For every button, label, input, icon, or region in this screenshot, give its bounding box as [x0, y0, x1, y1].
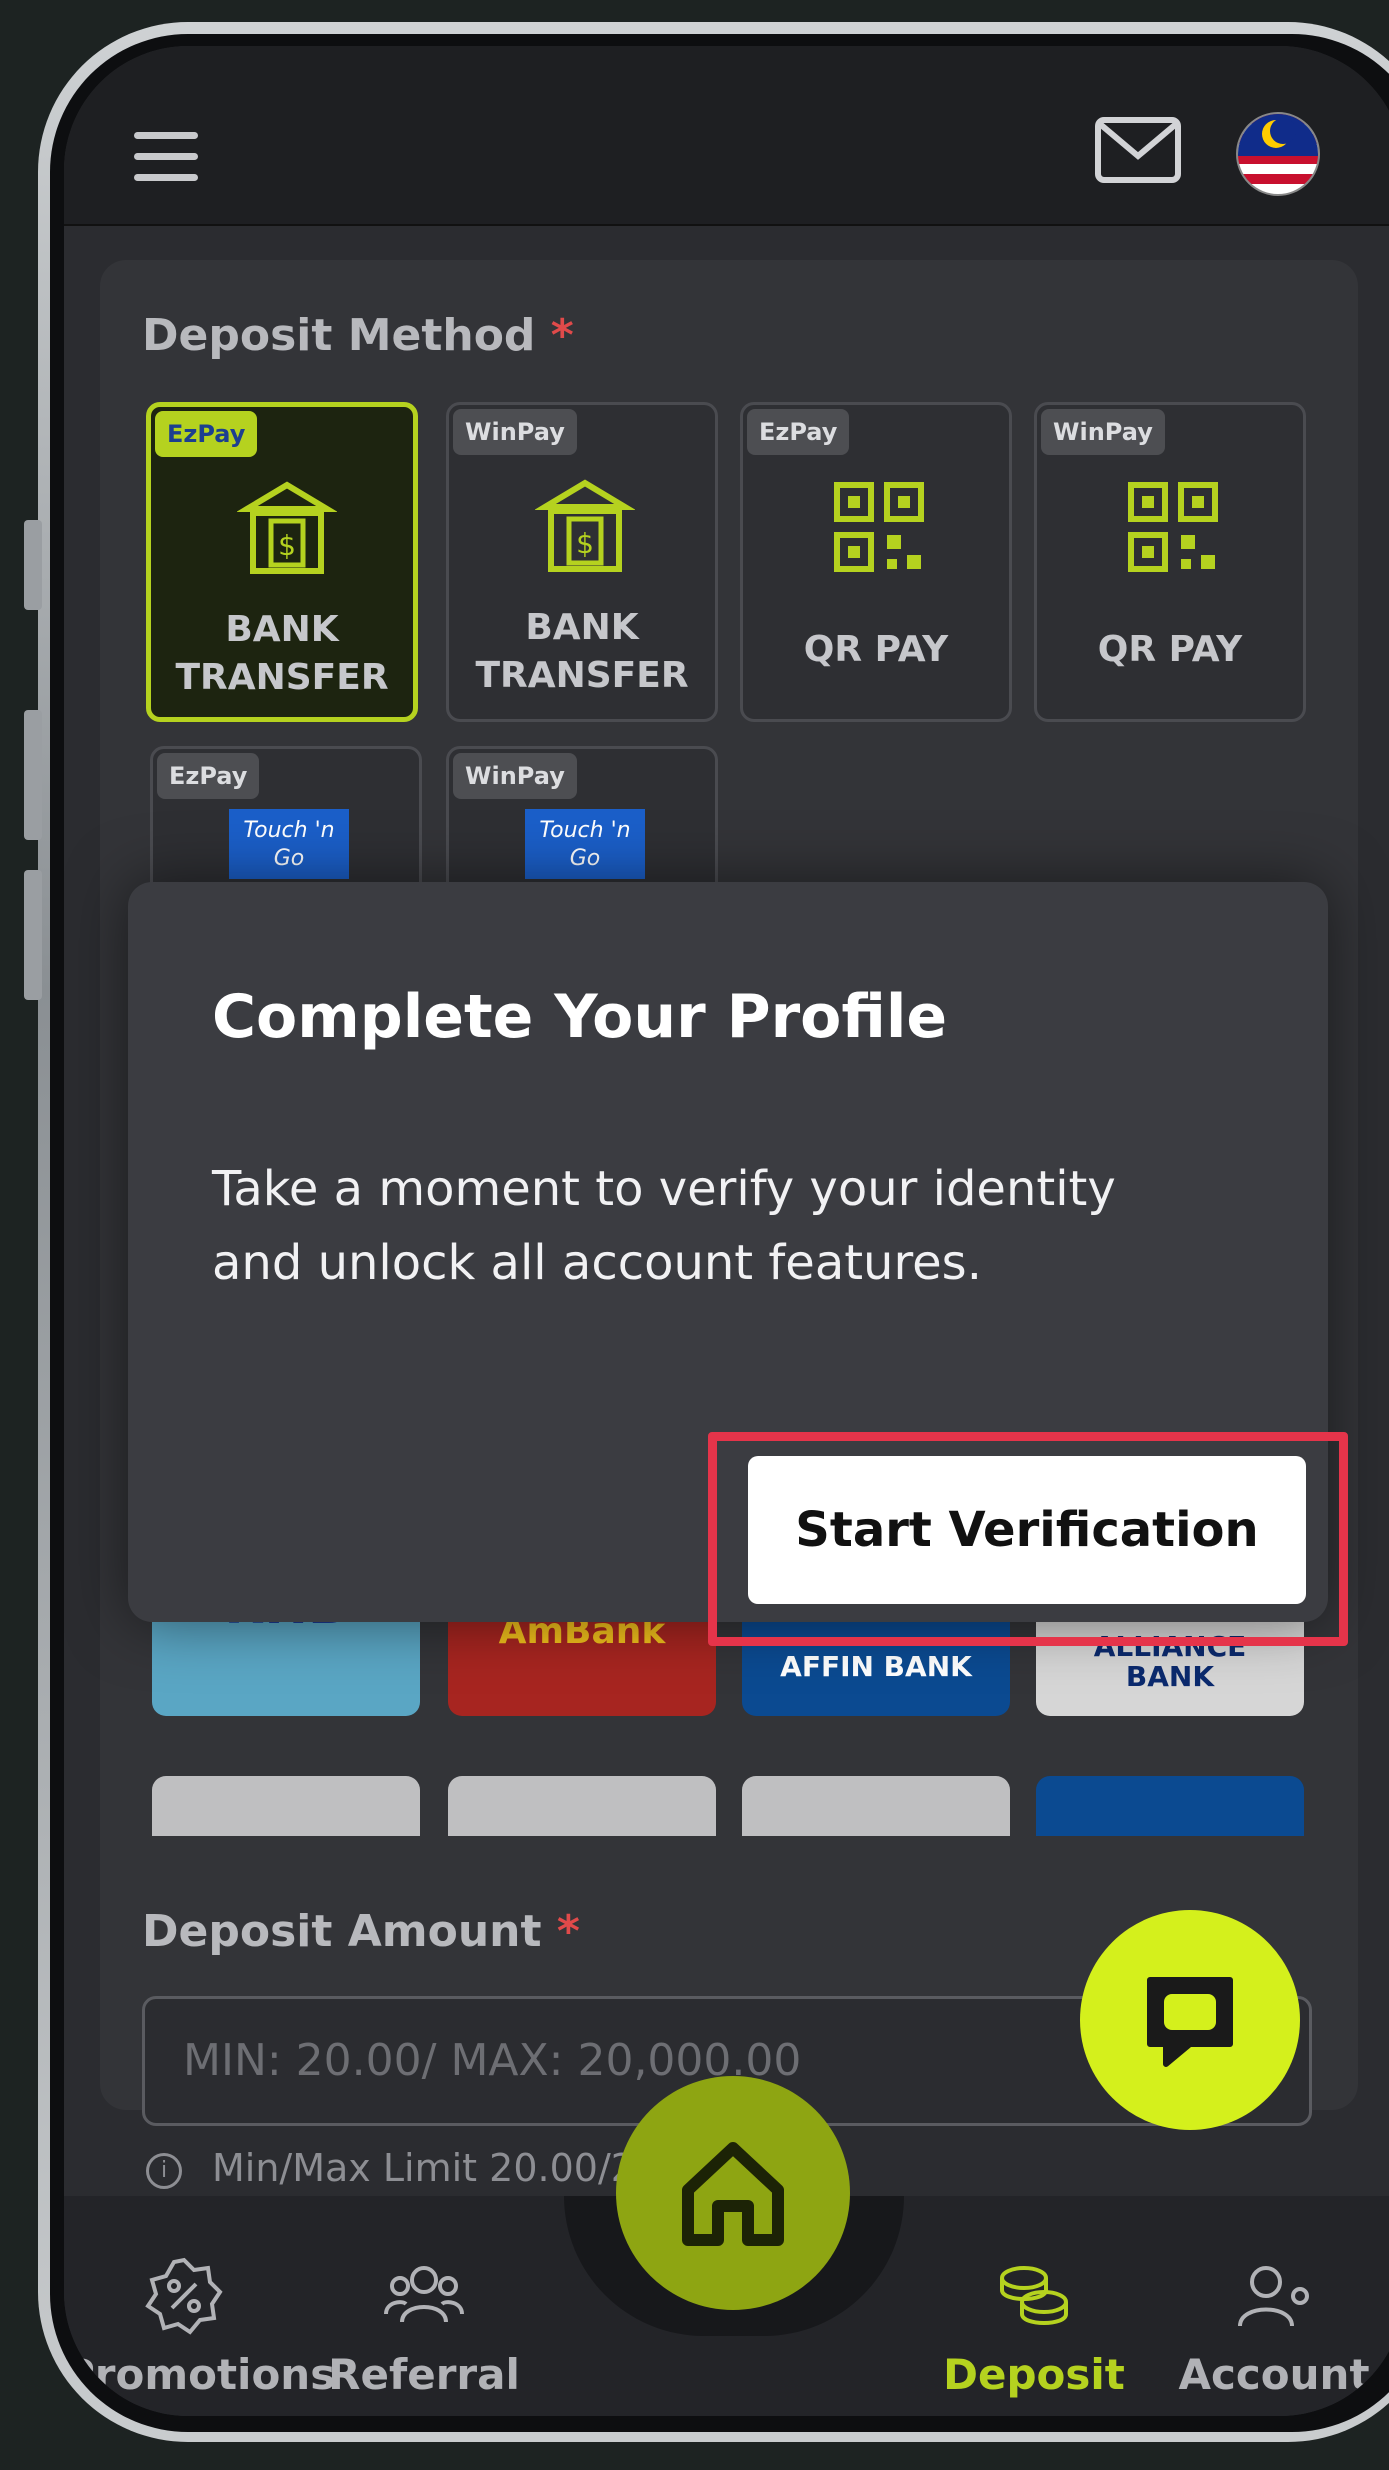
method-label: TRANSFER — [475, 655, 689, 696]
mail-icon[interactable] — [1094, 116, 1182, 184]
method-label: QR PAY — [1097, 629, 1243, 670]
bank-tile-partial[interactable] — [152, 1776, 420, 1836]
provider-tag-ezpay: EzPay — [155, 411, 258, 457]
chat-bubble-icon — [1147, 1977, 1233, 2067]
start-verification-button[interactable]: Start Verification — [748, 1456, 1306, 1604]
nav-account[interactable]: Account — [1154, 2256, 1389, 2399]
hamburger-menu-icon[interactable] — [134, 132, 198, 182]
nav-referral[interactable]: Referral — [304, 2256, 544, 2399]
qr-code-icon — [1128, 482, 1218, 572]
chat-button[interactable] — [1080, 1910, 1300, 2130]
provider-tag-winpay: WinPay — [453, 409, 577, 455]
coins-stack-icon — [1000, 2266, 1068, 2325]
nav-label: Referral — [328, 2350, 520, 2399]
discount-badge-icon — [145, 2257, 223, 2335]
provider-tag-ezpay: EzPay — [747, 409, 850, 455]
malaysia-flag-icon[interactable] — [1236, 112, 1320, 196]
svg-text:$: $ — [278, 529, 296, 562]
home-button[interactable] — [616, 2076, 850, 2310]
deposit-amount-heading: Deposit Amount * — [142, 1906, 580, 1957]
method-winpay-bank-transfer[interactable]: WinPay $ BANK TRANSFER — [446, 402, 718, 722]
info-icon: i — [146, 2152, 182, 2189]
method-winpay-qr-pay[interactable]: WinPay QR PAY — [1034, 402, 1306, 722]
deposit-method-heading: Deposit Method * — [142, 310, 574, 361]
modal-title: Complete Your Profile — [212, 982, 948, 1052]
nav-label: Deposit — [943, 2350, 1125, 2399]
bank-tile-partial[interactable] — [448, 1776, 716, 1836]
nav-deposit[interactable]: Deposit — [914, 2256, 1154, 2399]
nav-label: Promotions — [64, 2350, 336, 2399]
complete-profile-modal: Complete Your Profile Take a moment to v… — [128, 882, 1348, 1646]
method-label: BANK — [225, 609, 339, 650]
bank-transfer-icon: $ — [535, 479, 635, 572]
users-group-icon — [384, 2266, 464, 2323]
provider-tag-ezpay: EzPay — [157, 753, 260, 799]
nav-label: Account — [1178, 2350, 1370, 2399]
provider-tag-winpay: WinPay — [1041, 409, 1165, 455]
provider-tag-winpay: WinPay — [453, 753, 577, 799]
phone-side-button — [24, 710, 42, 840]
svg-text:$: $ — [576, 527, 594, 560]
top-bar — [64, 46, 1389, 226]
method-label: QR PAY — [803, 629, 949, 670]
home-icon — [682, 2142, 784, 2246]
bank-tile-partial[interactable] — [742, 1776, 1010, 1836]
method-label: BANK — [525, 607, 639, 648]
touch-n-go-logo: Touch 'n Go — [229, 809, 349, 879]
touch-n-go-logo: Touch 'n Go — [525, 809, 645, 879]
qr-code-icon — [834, 482, 924, 572]
modal-body: Take a moment to verify your identity an… — [212, 1161, 1116, 1291]
phone-side-button — [24, 520, 42, 610]
bank-transfer-icon: $ — [237, 481, 337, 574]
bank-name: AFFIN BANK — [780, 1650, 972, 1683]
bank-tile-partial[interactable] — [1036, 1776, 1304, 1836]
method-ezpay-bank-transfer[interactable]: EzPay $ BANK TRANSFER — [146, 402, 418, 722]
nav-promotions[interactable]: Promotions — [64, 2256, 336, 2399]
method-ezpay-qr-pay[interactable]: EzPay QR PAY — [740, 402, 1012, 722]
user-settings-icon — [1238, 2266, 1309, 2327]
method-label: TRANSFER — [175, 657, 389, 698]
app-screen: Deposit Method * EzPay $ BANK TRANSFER W… — [64, 46, 1389, 2416]
phone-side-button — [24, 870, 42, 1000]
